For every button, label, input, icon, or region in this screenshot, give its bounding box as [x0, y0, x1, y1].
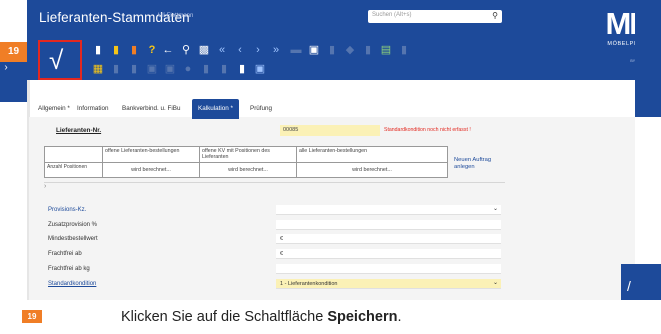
user-name: Uli Flottmann	[158, 13, 194, 19]
header-right-strip	[635, 0, 661, 117]
lieferanten-nr-value: 00085	[280, 125, 380, 136]
box-icon[interactable]: ▣	[164, 63, 176, 75]
print-icon[interactable]: ▩	[198, 44, 210, 56]
lieferanten-nr-row: Lieferanten-Nr. 00085 Standardkondition …	[44, 125, 502, 136]
standardkondition-label[interactable]: Standardkondition	[48, 281, 96, 287]
doc2-icon[interactable]: ▮	[110, 63, 122, 75]
tab-information[interactable]: Information	[77, 99, 109, 119]
chevron-down-icon: ⌄	[492, 280, 498, 286]
table-cell: wird berechnet...	[200, 163, 297, 178]
frachtfrei-label: Frachtfrei ab	[48, 251, 82, 257]
calendar-icon[interactable]: ▦	[92, 63, 104, 75]
table-cell: wird berechnet...	[103, 163, 200, 178]
chevron-down-icon: ⌄	[492, 206, 498, 212]
next-icon[interactable]: ›	[252, 44, 264, 56]
frachtfrei-value: €	[280, 251, 284, 257]
frachtfrei-kg-label: Frachtfrei ab kg	[48, 266, 90, 272]
table-header-empty	[45, 147, 103, 163]
doc3-icon[interactable]: ▮	[200, 63, 212, 75]
mindestbestellwert-label: Mindestbestellwert	[48, 236, 98, 242]
instruction-bar: 19 Klicken Sie auf die Schaltfläche Spei…	[0, 300, 661, 334]
instruction-end: .	[397, 309, 402, 325]
new-order-link[interactable]: Neuen Auftrag anlegen	[454, 157, 506, 171]
help-panel-edge[interactable]: /	[621, 264, 661, 300]
table-header: offene Lieferanten-bestellungen	[103, 147, 200, 163]
tab-kalkulation[interactable]: Kalkulation *	[192, 99, 240, 119]
list-icon[interactable]: ▬	[290, 44, 302, 56]
instruction-step-badge: 19	[22, 310, 42, 323]
lieferanten-nr-label[interactable]: Lieferanten-Nr.	[56, 127, 101, 134]
tab-allgemein[interactable]: Allgemein *	[38, 99, 70, 119]
section-divider	[44, 182, 505, 183]
help-icon[interactable]: ?	[146, 44, 158, 56]
mindestbestellwert-value: €	[280, 236, 284, 242]
copy-doc-icon[interactable]: ▮	[110, 44, 122, 56]
provisions-kz-select[interactable]: ⌄	[276, 205, 501, 215]
clipboard-icon[interactable]: ▮	[398, 44, 410, 56]
archive-icon[interactable]: ▮	[218, 63, 230, 75]
search-icon[interactable]: ⚲	[492, 11, 498, 20]
truck2-icon[interactable]: ▣	[146, 63, 158, 75]
table-row-label: Anzahl Positionen	[45, 163, 103, 178]
first-icon[interactable]: «	[216, 44, 228, 56]
table-header: alle Lieferanten-bestellungen	[297, 147, 447, 163]
frachtfrei-field[interactable]: €	[276, 249, 501, 259]
standardkondition-select[interactable]: 1 - Lieferantenkondition ⌄	[276, 279, 501, 289]
positions-table: offene Lieferanten-bestellungen offene K…	[44, 146, 448, 178]
delete-icon[interactable]: ▮	[128, 44, 140, 56]
edit-doc-icon[interactable]: ▮	[236, 63, 248, 75]
instruction-emphasis: Speichern	[327, 309, 398, 325]
doc-icon[interactable]: ▮	[326, 44, 338, 56]
search-input[interactable]: Suchen (Alt+s) ⚲	[368, 10, 502, 23]
truck-icon[interactable]: ▣	[308, 44, 320, 56]
file-icon[interactable]: ▮	[362, 44, 374, 56]
instruction-main: Klicken Sie auf die Schaltfläche	[121, 309, 328, 325]
zusatzprovision-field[interactable]	[276, 220, 501, 230]
mindestbestellwert-field[interactable]: €	[276, 234, 501, 244]
prev-icon[interactable]: ‹	[234, 44, 246, 56]
find-icon[interactable]: ⚲	[180, 44, 192, 56]
folder-icon[interactable]: ▮	[128, 63, 140, 75]
undo-icon[interactable]: ←	[162, 44, 174, 56]
screenshot-stage: Lieferanten-Stammdaten Uli Flottmann Suc…	[0, 0, 661, 334]
checkmark-icon: √	[49, 45, 64, 75]
frachtfrei-kg-field[interactable]	[276, 264, 501, 274]
standardkondition-value: 1 - Lieferantenkondition	[280, 281, 338, 287]
instruction-text: Klicken Sie auf die Schaltfläche Speiche…	[121, 309, 401, 325]
chart-icon[interactable]: ▤	[380, 44, 392, 56]
search-placeholder: Suchen (Alt+s)	[372, 12, 412, 18]
new-doc-icon[interactable]: ▮	[92, 44, 104, 56]
tab-pruefung[interactable]: Prüfung	[250, 99, 272, 119]
condition-warning: Standardkondition noch nicht erfasst !	[384, 127, 471, 133]
table-cell: wird berechnet...	[352, 167, 392, 173]
expand-chevron-icon[interactable]: ›	[0, 62, 12, 73]
last-icon[interactable]: »	[270, 44, 282, 56]
checkmark-icon: /	[627, 278, 631, 294]
provisions-kz-label: Provisions-Kz.	[48, 207, 87, 213]
image-icon[interactable]: ▣	[254, 63, 266, 75]
expand-section-icon[interactable]: ›	[44, 183, 46, 190]
save-button[interactable]: √	[38, 40, 82, 80]
circle-icon[interactable]: ●	[182, 63, 194, 75]
tag-icon[interactable]: ◆	[344, 44, 356, 56]
zusatzprovision-label: Zusatzprovision %	[48, 222, 98, 228]
tab-bankverbindung[interactable]: Bankverbind. u. FiBu	[122, 99, 180, 119]
step-badge: 19	[0, 42, 27, 62]
table-header: offene KV mit Positionen des Lieferanten	[200, 147, 297, 163]
